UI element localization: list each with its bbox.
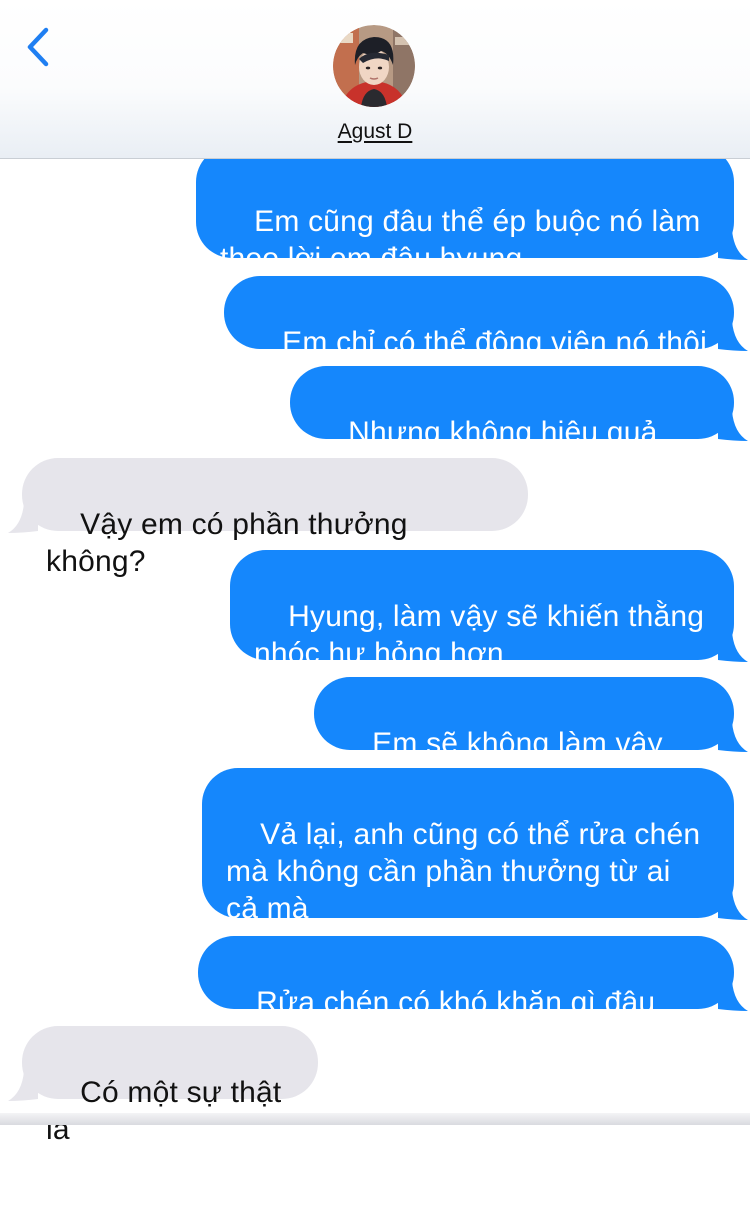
message-bubble-outgoing[interactable]: Rửa chén có khó khăn gì đâu chứ (198, 936, 748, 1056)
message-bubble-outgoing[interactable]: Em sẽ không làm vậy đâu (314, 677, 748, 797)
bubble-tail (718, 722, 748, 752)
message-bubble-outgoing[interactable]: Em chỉ có thể động viên nó thôi (224, 276, 748, 359)
bubble-tail (718, 981, 748, 1011)
message-text: Em chỉ có thể động viên nó thôi (282, 326, 707, 359)
bubble-tail (718, 632, 748, 662)
bubble-tail (718, 230, 748, 260)
bubble-tail (718, 411, 748, 441)
message-bubble-incoming[interactable]: Có một sự thật là (8, 1026, 318, 1146)
message-text: Có một sự thật là (46, 1076, 290, 1146)
message-text: Hyung, làm vậy sẽ khiến thằng nhóc hư hỏ… (254, 600, 705, 670)
chevron-left-icon (27, 27, 49, 67)
contact-avatar[interactable] (333, 25, 415, 107)
conversation-header: Agust D (0, 0, 750, 159)
message-bubble-outgoing[interactable]: Vả lại, anh cũng có thể rửa chén mà khôn… (202, 768, 748, 925)
back-button[interactable] (22, 24, 58, 70)
message-bubble-outgoing[interactable]: Hyung, làm vậy sẽ khiến thằng nhóc hư hỏ… (230, 550, 748, 670)
message-bubble-outgoing[interactable]: Em cũng đâu thể ép buộc nó làm theo lời … (196, 146, 748, 275)
bubble-tail (8, 503, 38, 533)
message-text: Em cũng đâu thể ép buộc nó làm theo lời … (220, 205, 701, 275)
bubble-tail (718, 321, 748, 351)
message-bubble-outgoing[interactable]: Nhưng không hiệu quả lắm (290, 366, 748, 486)
message-bubble-incoming[interactable]: Vậy em có phần thưởng không? (8, 458, 528, 578)
input-bar-edge (0, 1113, 750, 1125)
bubble-tail (718, 890, 748, 920)
contact-name[interactable]: Agust D (0, 120, 750, 144)
bubble-tail (8, 1071, 38, 1101)
message-text: Vả lại, anh cũng có thể rửa chén mà khôn… (226, 818, 701, 925)
message-thread: Em cũng đâu thể ép buộc nó làm theo lời … (0, 0, 750, 1146)
